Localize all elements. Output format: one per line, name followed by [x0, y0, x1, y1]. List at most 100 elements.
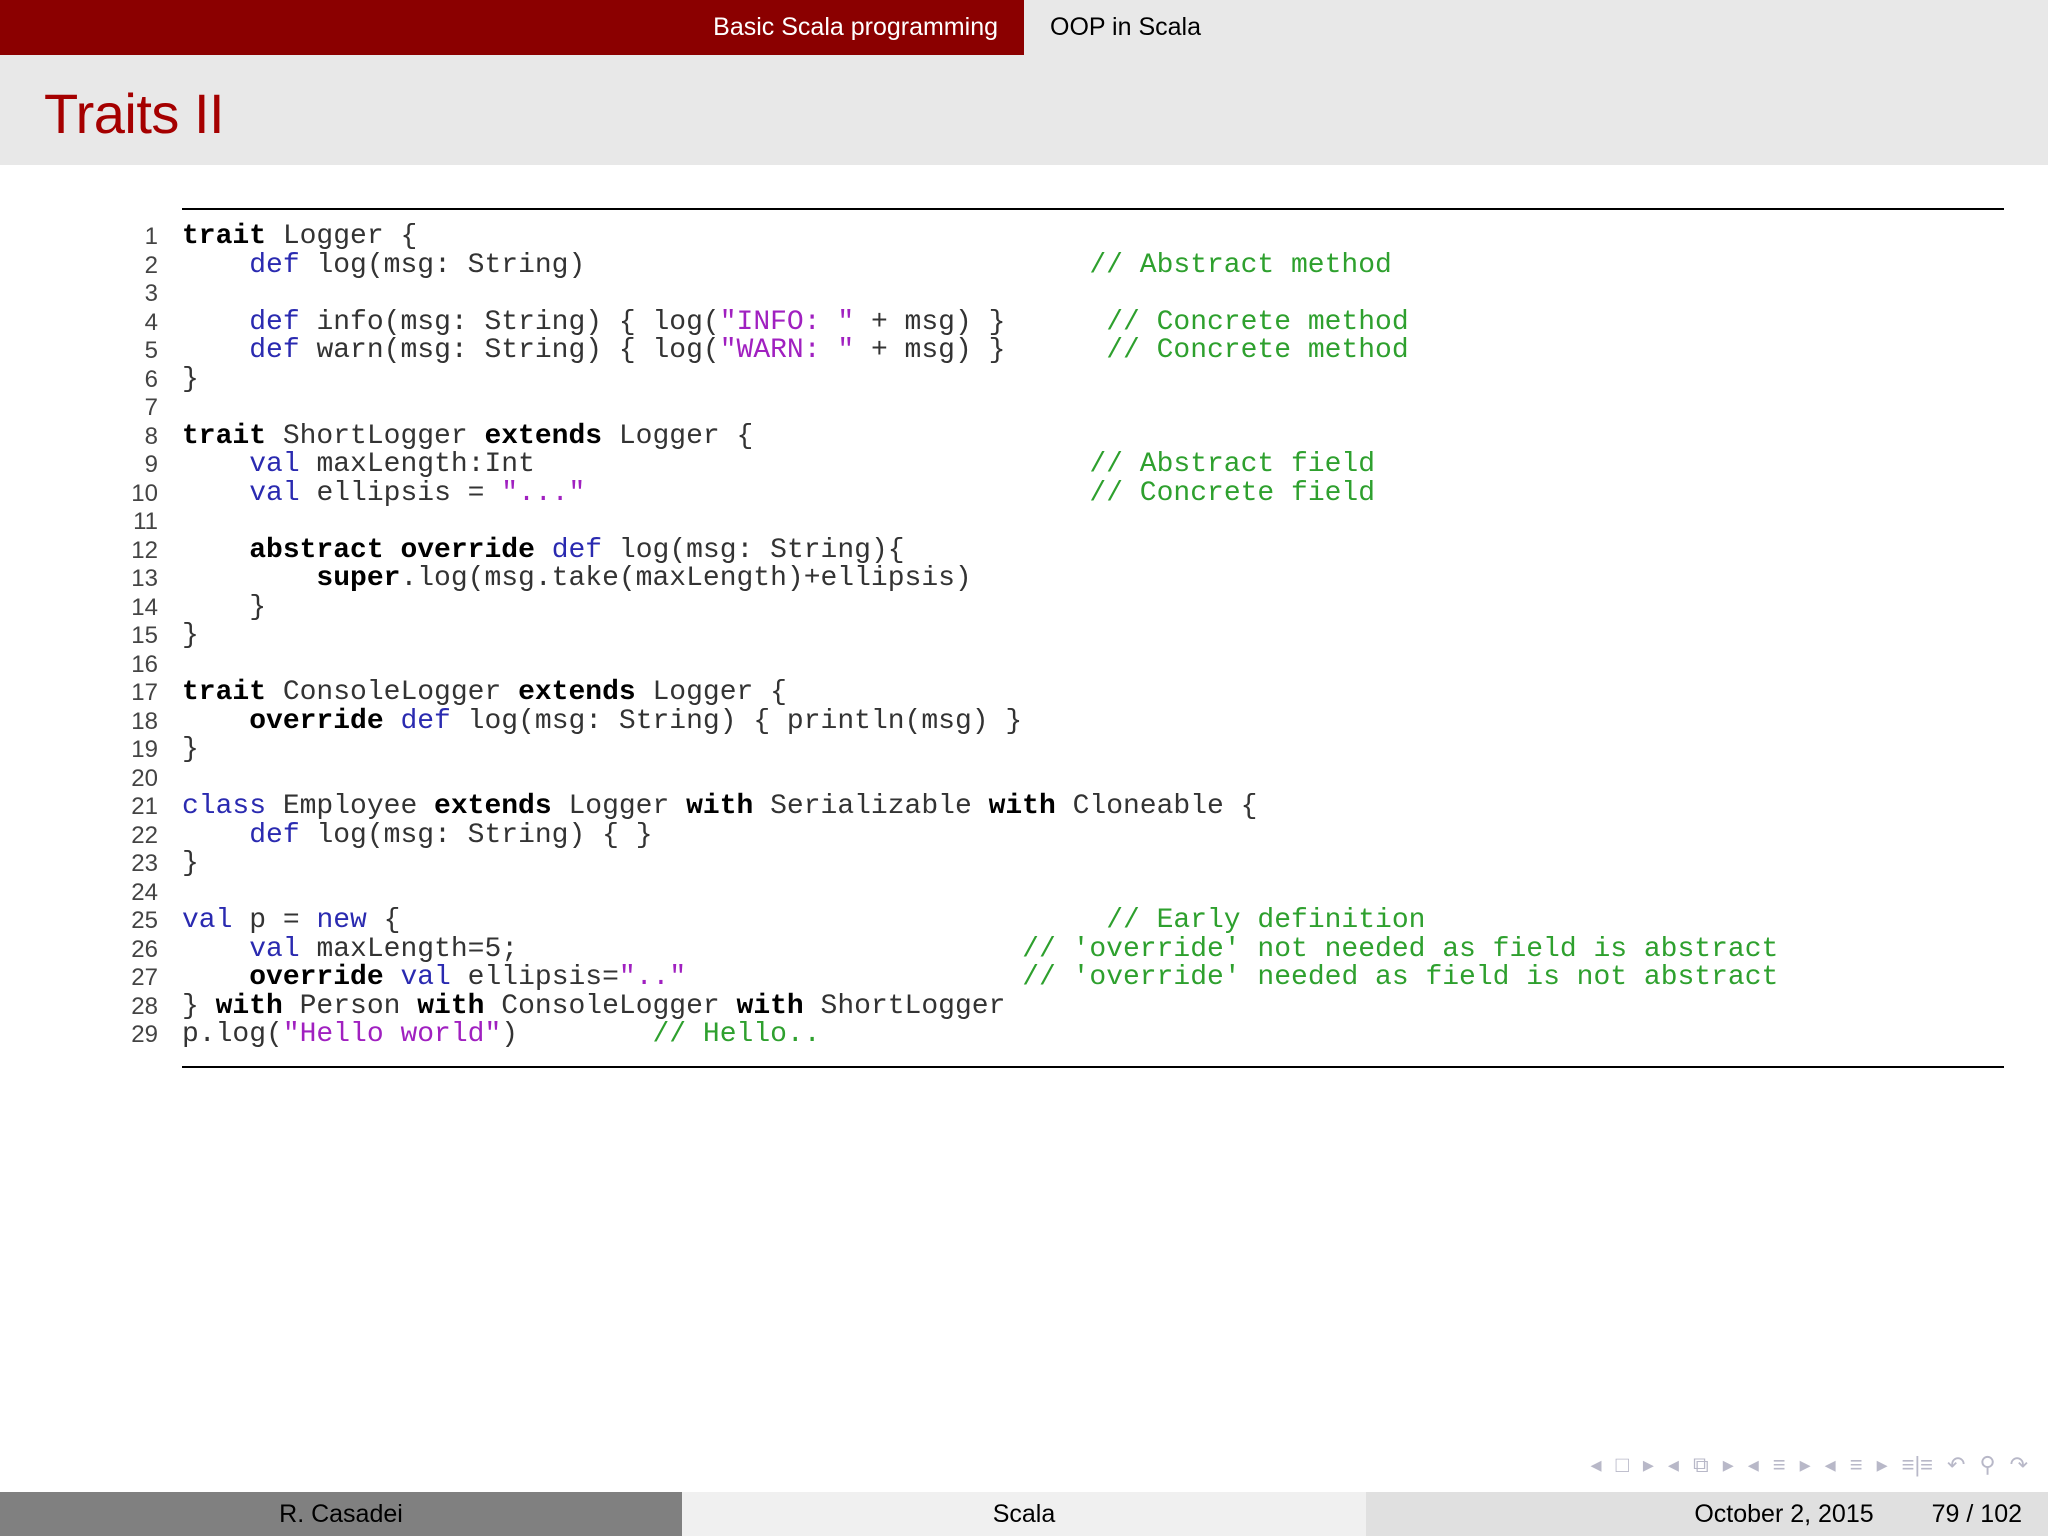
code-token: p =: [232, 905, 317, 936]
code-token: ellipsis =: [299, 477, 502, 509]
line-number: 9: [144, 451, 158, 478]
code-text: p.log("Hello world") // Hello..: [182, 1019, 821, 1050]
line-number: 2: [144, 251, 158, 279]
code-token: log(msg: String){: [602, 534, 905, 566]
code-token: Logger: [551, 791, 687, 822]
line-number: 18: [131, 707, 158, 735]
code-line: 24: [110, 879, 1778, 908]
line-number: 27: [131, 964, 158, 991]
code-text: }: [182, 593, 266, 623]
code-line: 1 trait Logger {: [110, 221, 1778, 252]
code-line: 14 }: [110, 593, 1778, 623]
code-token: with: [686, 791, 754, 822]
nav-right-arrow-icon[interactable]: ▸: [1877, 1452, 1888, 1478]
code-token: extends: [434, 791, 552, 822]
line-number: 29: [131, 1021, 158, 1048]
code-token: with: [988, 791, 1056, 822]
code-token: maxLength=5;: [299, 933, 1023, 965]
code-text: super.log(msg.take(maxLength)+ellipsis): [182, 564, 971, 594]
nav-section-active-cell: Basic Scala programming: [0, 0, 1024, 55]
nav-left-arrow-icon[interactable]: ◂: [1825, 1452, 1836, 1478]
code-token: extends: [518, 677, 636, 708]
undo-icon[interactable]: ↶: [1947, 1452, 1965, 1478]
line-number: 3: [144, 280, 158, 307]
code-line: 11: [110, 508, 1778, 537]
code-token: def: [249, 335, 300, 366]
nav-right-arrow-icon[interactable]: ▸: [1723, 1452, 1734, 1478]
code-token: // Hello..: [652, 1019, 821, 1050]
code-line: 22 def log(msg: String) { }: [110, 819, 1778, 851]
code-text: }: [182, 621, 199, 651]
code-token: val: [249, 449, 300, 480]
code-token: ConsoleLogger: [266, 677, 519, 708]
code-token: Logger {: [266, 221, 418, 252]
slide-title: Traits II: [44, 82, 225, 145]
search-icon[interactable]: ⚲: [1979, 1452, 1995, 1478]
code-token: // 'override' needed as field is not abs…: [1022, 962, 1779, 993]
code-token: "INFO: ": [719, 306, 855, 338]
code-token: def: [249, 819, 300, 851]
code-token: log(msg: String) { println(msg) }: [450, 705, 1023, 737]
toc-icon[interactable]: ≡|≡: [1902, 1452, 1933, 1478]
footer-author-cell: R. Casadei: [0, 1492, 682, 1536]
code-text: val p = new { // Early definition: [182, 905, 1426, 936]
top-navigation-bar: Basic Scala programming OOP in Scala: [0, 0, 2048, 55]
frame-icon[interactable]: □: [1616, 1452, 1629, 1478]
subsection-icon[interactable]: ⧉: [1693, 1452, 1709, 1478]
nav-right-arrow-icon[interactable]: ▸: [1643, 1452, 1654, 1478]
line-number: 13: [131, 565, 158, 592]
redo-icon[interactable]: ↷: [2010, 1452, 2028, 1478]
code-token: Employee: [266, 791, 435, 822]
line-number: 1: [144, 223, 158, 250]
code-line: 16: [110, 651, 1778, 680]
nav-right-arrow-icon[interactable]: ▸: [1800, 1452, 1811, 1478]
code-token: trait: [182, 221, 267, 252]
footer-bar: R. Casadei Scala October 2, 2015 79 / 10…: [0, 1492, 2048, 1536]
code-line: 19}: [110, 735, 1778, 765]
code-token: + msg) }: [854, 335, 1107, 366]
code-token: trait: [182, 420, 267, 452]
line-number: 23: [131, 850, 158, 877]
line-number: 5: [144, 337, 158, 364]
line-number: 4: [144, 308, 158, 336]
code-listing: 1 trait Logger {2 def log(msg: String) //…: [110, 221, 1779, 1050]
code-text: trait ConsoleLogger extends Logger {: [182, 677, 787, 708]
code-token: Logger {: [635, 677, 787, 708]
section-icon[interactable]: ≡: [1773, 1452, 1786, 1478]
code-token: Serializable: [753, 791, 989, 822]
code-text: val ellipsis = "..." // Concrete field: [182, 477, 1375, 509]
code-token: // Concrete method: [1106, 335, 1409, 366]
code-token: Person: [282, 990, 418, 1022]
code-token: }: [182, 848, 199, 879]
code-text: }: [182, 848, 199, 879]
code-token: val: [182, 905, 233, 936]
footer-page-number: 79 / 102: [1931, 1499, 2022, 1528]
nav-left-arrow-icon[interactable]: ◂: [1668, 1452, 1679, 1478]
code-token: // Early definition: [1106, 905, 1426, 936]
nav-left-arrow-icon[interactable]: ◂: [1748, 1452, 1759, 1478]
code-token: override: [249, 962, 384, 993]
code-line: 29 p.log("Hello world") // Hello..: [110, 1019, 1778, 1050]
code-text: val maxLength:Int // Abstract field: [182, 449, 1375, 480]
nav-section-active[interactable]: Basic Scala programming: [713, 13, 1024, 42]
line-number: 8: [144, 422, 158, 450]
code-token: with: [215, 990, 283, 1022]
code-line: 2 def log(msg: String) // Abstract metho…: [110, 250, 1778, 281]
code-token: Cloneable {: [1055, 791, 1258, 822]
nav-section-other[interactable]: OOP in Scala: [1024, 13, 1201, 42]
code-token: new: [316, 905, 367, 936]
code-line: 8 trait ShortLogger extends Logger {: [110, 420, 1778, 452]
code-text: }: [182, 365, 199, 395]
section-icon[interactable]: ≡: [1850, 1452, 1863, 1478]
line-number: 12: [131, 536, 158, 564]
code-token: ellipsis=: [450, 962, 619, 993]
nav-left-arrow-icon[interactable]: ◂: [1591, 1452, 1602, 1478]
code-text: override def log(msg: String) { println(…: [182, 705, 1023, 737]
line-number: 15: [131, 622, 158, 649]
